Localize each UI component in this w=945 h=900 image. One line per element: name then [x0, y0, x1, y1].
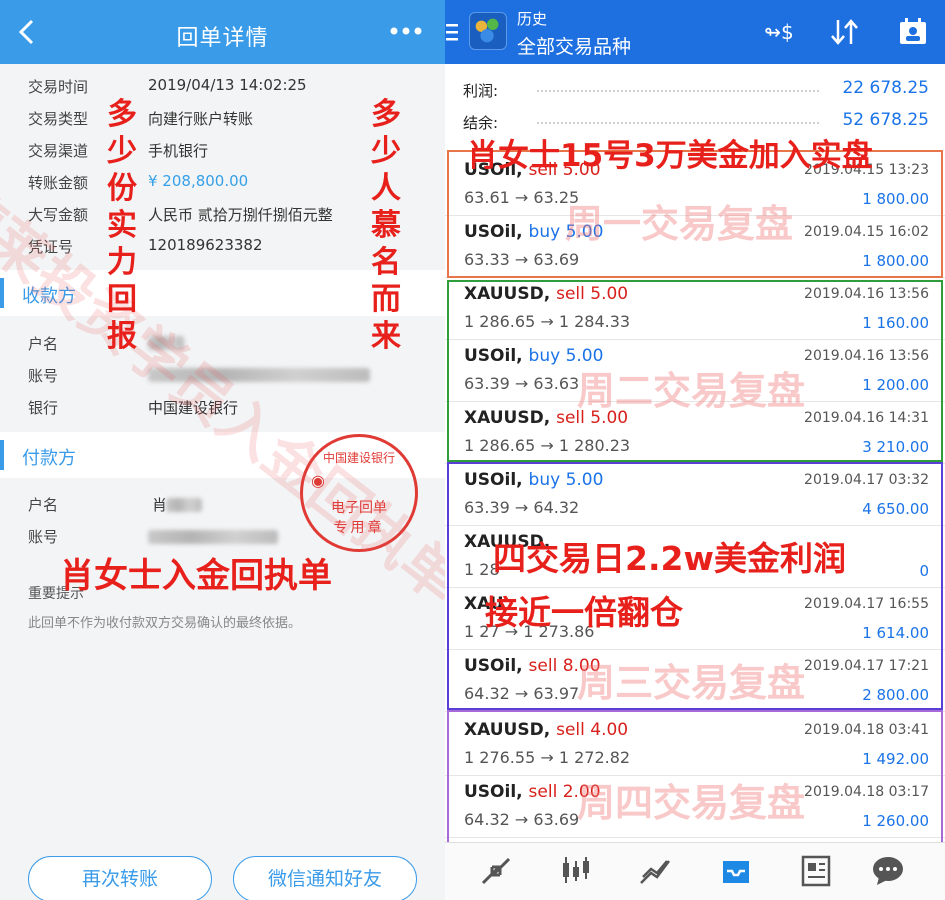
sort-icon[interactable] — [827, 16, 863, 48]
menu-icon[interactable] — [445, 22, 461, 42]
receipt-header: 回单详情 — [0, 0, 445, 64]
more-icon[interactable] — [389, 24, 423, 38]
caption-mid-1: 四交易日2.2w美金利润 — [493, 539, 846, 578]
payer-name-redacted — [166, 498, 202, 512]
profit-row: 利润: 22 678.25 — [463, 78, 929, 100]
chart-icon[interactable] — [557, 853, 595, 889]
chat-icon[interactable] — [869, 853, 907, 889]
day-label-thursday: 周四交易复盘 — [577, 781, 806, 825]
receipt-panel: 回单详情 交易时间 2019/04/13 14:02:25 交易类型 向建行账户转账… — [0, 0, 445, 900]
history-header: 历史 全部交易品种 ↬$ — [445, 0, 945, 64]
slogan-vertical-left: 多少份实力回报 — [107, 97, 137, 354]
wechat-notify-button[interactable]: 微信通知好友 — [233, 856, 417, 900]
history-title: 历史 — [517, 10, 548, 28]
history-icon[interactable] — [717, 853, 755, 889]
receipt-title: 回单详情 — [176, 26, 269, 51]
history-panel: 历史 全部交易品种 ↬$ 利润: 22 678.25 结余: 52 678.25 U… — [445, 0, 945, 900]
metatrader-logo-icon — [469, 12, 507, 50]
svg-text:↬$: ↬$ — [764, 20, 793, 44]
day-label-monday: 周一交易复盘 — [565, 202, 794, 246]
payer-account-redacted — [148, 530, 278, 544]
receipt-caption: 肖女士入金回执单 — [60, 556, 332, 596]
transfer-again-button[interactable]: 再次转账 — [28, 856, 212, 900]
bottom-nav — [445, 842, 945, 900]
currency-icon[interactable]: ↬$ — [761, 16, 797, 48]
day-label-wednesday: 周三交易复盘 — [577, 661, 806, 705]
payer-title: 付款方 — [22, 448, 76, 469]
quotes-icon[interactable] — [637, 853, 675, 889]
slogan-vertical-right: 多少人慕名而来 — [371, 97, 401, 354]
trade-icon[interactable] — [477, 853, 515, 889]
news-icon[interactable] — [797, 853, 835, 889]
notice-text: 此回单不作为收付款双方交易确认的最终依据。 — [28, 616, 302, 631]
caption-mid-2: 接近一倍翻仓 — [485, 593, 683, 632]
caption-top: 肖女士15号3万美金加入实盘 — [467, 138, 873, 174]
section-accent — [0, 440, 4, 470]
day-label-tuesday: 周二交易复盘 — [577, 369, 806, 413]
symbol-filter[interactable]: 全部交易品种 — [517, 32, 631, 59]
calendar-icon[interactable] — [895, 16, 931, 48]
